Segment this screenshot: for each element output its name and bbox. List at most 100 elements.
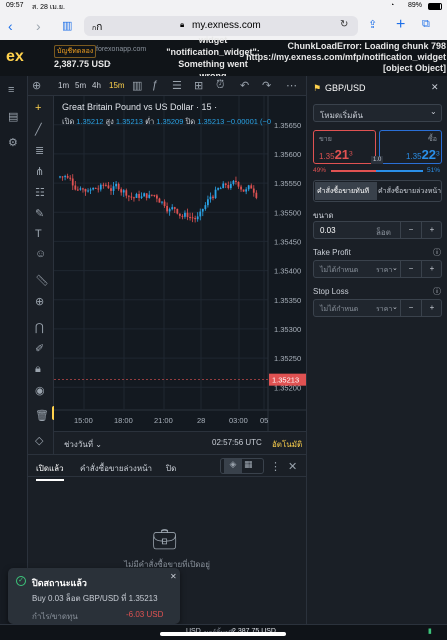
zoom-in-icon[interactable]: ⊕ [35,295,44,308]
sl-info-icon[interactable]: ⓘ [433,286,441,297]
trendline-icon[interactable]: ╱ [35,123,42,136]
chevron-down-icon[interactable]: ⌄ [106,58,113,67]
eye-icon[interactable]: ◉ [35,384,45,397]
menu-icon[interactable]: ≡ [8,84,14,96]
sl-unit[interactable]: ราคา [376,304,392,315]
sentiment-sell-fill [331,170,377,172]
tp-unit[interactable]: ราคา [376,265,392,276]
view-toggle[interactable]: ◈ ▦ [220,458,264,474]
alert-icon[interactable]: ⏰︎ [216,79,225,92]
mode-select[interactable]: โหมดเริ่มต้น ⌄ [313,104,442,122]
sl-field[interactable]: ไม่ได้กำหนด ราคา ⌄ − + [313,299,442,317]
tf-5m[interactable]: 5m [75,81,86,90]
tab-market-order[interactable]: คำสั่งซื้อขายทันที [315,182,377,200]
emoji-icon[interactable]: ☺ [35,248,46,260]
volume-value[interactable]: 0.03 [320,226,336,235]
tab-pending[interactable]: คำสั่งซื้อขายล่วงหน้า [80,462,152,475]
low-value: 1.35209 [156,117,184,126]
channel-icon[interactable]: ≣ [35,144,44,157]
candle-body [112,186,115,191]
lock-drawing-icon[interactable]: ✐ [35,342,44,355]
tabs-icon[interactable]: ⧉ [422,18,430,31]
chart-canvas[interactable]: 1.35650 1.35600 1.35550 1.35500 1.35450 1.354… [54,96,306,431]
tp-info-icon[interactable]: ⓘ [433,247,441,258]
candle-body [158,198,161,203]
tab-open[interactable]: เปิดแล้ว [36,462,64,481]
compare-icon[interactable]: ☰ [172,79,182,92]
publish-icon[interactable]: ⋯ [286,79,297,92]
tp-chevron-icon[interactable]: ⌄ [392,264,398,272]
tf-1m[interactable]: 1m [58,81,69,90]
candle-body [125,190,128,196]
tf-15m[interactable]: 15m [109,81,125,90]
sl-value[interactable]: ไม่ได้กำหนด [320,304,358,315]
layout-icon[interactable]: ⊞ [194,79,203,92]
account-balance[interactable]: 2,387.75 USD [54,59,111,69]
grid-icon[interactable]: ▦ [244,459,253,470]
candle-body [138,193,140,198]
sl-minus-button[interactable]: − [400,300,421,316]
tab-closed[interactable]: ปิด [166,462,176,475]
order-type-tabs: คำสั่งซื้อขายทันที คำสั่งซื้อขายล่วงหน้า [313,180,442,202]
candle-type-icon[interactable]: ▥ [132,79,142,92]
sl-plus-button[interactable]: + [421,300,442,316]
redo-icon[interactable]: ↷ [262,79,271,92]
close-icon[interactable]: ✕ [288,460,297,473]
auto-scale-button[interactable]: อัตโนมัติ [272,438,302,451]
tab-pending-order[interactable]: คำสั่งซื้อขายล่วงหน้า [378,186,442,197]
share-icon[interactable]: ⇪ [368,18,377,31]
candle-body [110,188,112,191]
indicator-icon[interactable]: ƒ [152,79,158,91]
candle-body [240,186,242,190]
new-tab-icon[interactable]: + [396,16,405,34]
text-icon[interactable]: T [35,228,42,240]
sell-button[interactable]: ขาย 1.35213 [313,130,376,164]
undo-icon[interactable]: ↶ [240,79,249,92]
magnet-icon[interactable]: ⋂ [35,321,44,334]
volume-field[interactable]: 0.03 ล็อต − + [313,221,442,239]
collapse-icon[interactable]: ◇ [35,434,43,447]
check-icon: ✓ [16,576,26,586]
price-chart[interactable]: 1.35650 1.35600 1.35550 1.35500 1.35450 1.354… [54,96,306,431]
buy-button[interactable]: ซื้อ 1.35223 [379,130,442,164]
candle-body [204,205,207,209]
layers-icon[interactable]: ◈ [224,459,242,473]
brush-icon[interactable]: ✎ [35,207,44,220]
add-icon[interactable]: ⊕ [32,79,41,92]
tf-4h[interactable]: 4h [92,81,101,90]
utc-clock[interactable]: 02:57:56 UTC [212,438,262,447]
reader-icon[interactable]: กก [92,20,102,35]
tp-value[interactable]: ไม่ได้กำหนด [320,265,358,276]
exness-logo[interactable]: ex [6,48,24,66]
candle-body [84,189,87,192]
back-icon[interactable]: ‹ [8,18,13,34]
calendar-icon[interactable]: ▤ [8,110,18,123]
tp-plus-button[interactable]: + [421,261,442,277]
book-icon[interactable]: ▥ [62,19,72,32]
settings-icon[interactable]: ⚙ [8,136,18,149]
candle-body [181,215,184,217]
more-icon[interactable]: ⋮ [270,460,281,473]
pitchfork-icon[interactable]: ⋔ [35,165,44,178]
trash-icon[interactable]: 🗑︎ [35,409,49,422]
tp-field[interactable]: ไม่ได้กำหนด ราคา ⌄ − + [313,260,442,278]
tp-minus-button[interactable]: − [400,261,421,277]
toast-close-icon[interactable]: ✕ [170,572,177,581]
address-bar[interactable]: กก 🔒︎ my.exness.com ↻ [84,16,358,36]
volume-plus-button[interactable]: + [421,222,442,238]
panel-close-icon[interactable]: ✕ [431,82,439,93]
volume-minus-button[interactable]: − [400,222,421,238]
date-range-button[interactable]: ช่วงวันที่ ⌄ [64,438,102,451]
ruler-icon[interactable]: 📏︎ [35,274,49,287]
crosshair-icon[interactable]: + [35,102,41,114]
candle-body [122,190,125,193]
volume-unit: ล็อต [376,228,391,237]
candle-body [245,189,248,192]
lock-all-icon[interactable]: 🔒︎ [35,363,41,376]
mode-value: โหมดเริ่มต้น [320,111,364,120]
sl-chevron-icon[interactable]: ⌄ [392,303,398,311]
app-header: ex บัญชีทดลอง forexonapp.com 2,387.75 US… [0,35,447,76]
reload-icon[interactable]: ↻ [340,19,348,30]
forward-icon[interactable]: › [36,18,41,34]
fib-icon[interactable]: ☷ [35,186,45,199]
